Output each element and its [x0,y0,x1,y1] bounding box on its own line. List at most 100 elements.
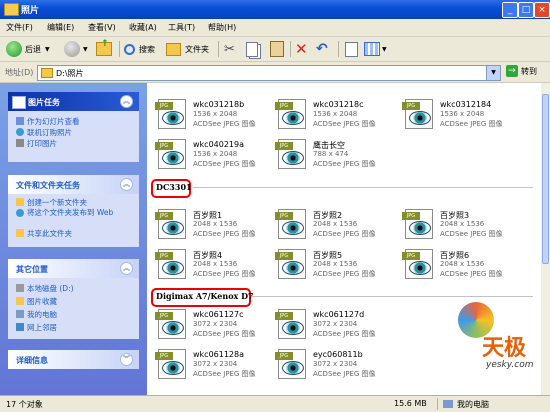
file-item[interactable]: JPG wkc031218b 1536 x 2048 ACDSee JPEG 图像 [155,97,275,139]
file-dimensions: 2048 x 1536 [193,220,238,228]
menu-favorites[interactable]: 收藏(A) [129,22,157,33]
expand-icon[interactable]: ︾ [120,353,133,366]
properties-button[interactable] [345,40,358,58]
back-button[interactable]: 后退 ▼ [6,40,50,58]
folders-button[interactable]: 文件夹 [166,40,209,58]
place-my-pictures[interactable]: 图片收藏 [8,296,139,309]
task-print[interactable]: 打印图片 [8,138,139,149]
maximize-button[interactable]: □ [518,2,534,18]
undo-button[interactable]: ↶ [316,40,328,58]
close-button[interactable]: × [534,2,550,18]
menu-edit[interactable]: 编辑(E) [47,22,74,33]
file-item[interactable]: JPG 百岁照4 2048 x 1536 ACDSee JPEG 图像 [155,247,275,289]
file-item[interactable]: JPG 鹰击长空 788 x 474 ACDSee JPEG 图像 [275,137,395,179]
place-my-computer[interactable]: 我的电脑 [8,309,139,322]
jpeg-file-icon: JPG [275,347,309,381]
panel-header[interactable]: 图片任务 ︽ [8,92,139,111]
network-icon [16,323,24,331]
panel-header[interactable]: 其它位置 ︽ [8,259,139,278]
copy-icon [246,41,258,57]
menu-tools[interactable]: 工具(T) [168,22,195,33]
file-item[interactable]: JPG wkc061128a 3072 x 2304 ACDSee JPEG 图像 [155,347,275,389]
file-name: wkc031218b [193,100,245,109]
address-dropdown-icon[interactable]: ▼ [486,66,500,80]
forward-button[interactable]: ▼ [64,40,88,58]
globe-icon [16,128,24,136]
file-type: ACDSee JPEG 图像 [193,160,256,168]
toolbar: 后退 ▼ ▼ ↑ 搜索 文件夹 ✂ ✕ ↶ ▼ [0,37,550,62]
file-item[interactable]: JPG 百岁照6 2048 x 1536 ACDSee JPEG 图像 [402,247,522,289]
address-bar: 地址(D) D:\照片 ▼ → 转到 [0,62,550,83]
go-arrow-icon: → [506,65,518,77]
place-local-disk[interactable]: 本地磁盘 (D:) [8,283,139,296]
file-name: wkc061128a [193,350,245,359]
forward-arrow-icon [64,41,80,57]
undo-icon: ↶ [316,41,328,57]
address-label: 地址(D) [5,68,34,77]
panel-header[interactable]: 详细信息 ︾ [8,350,139,369]
menu-view[interactable]: 查看(V) [88,22,116,33]
computer-icon [443,400,453,408]
title-bar: 照片 _ □ × [0,0,550,19]
collapse-icon[interactable]: ︽ [120,262,133,275]
task-share-folder[interactable]: 共享此文件夹 [8,228,139,239]
file-item[interactable]: JPG wkc061127d 3072 x 2304 ACDSee JPEG 图像 [275,307,395,349]
menu-help[interactable]: 帮助(H) [208,22,236,33]
copy-button[interactable] [246,40,258,58]
scrollbar-thumb[interactable] [542,94,549,264]
file-name: wkc0312184 [440,100,492,109]
file-name: wkc061127d [313,310,365,319]
yesky-watermark: 天极 yesky.com [456,300,540,392]
place-network[interactable]: 网上邻居 [8,322,139,335]
other-places-panel: 其它位置 ︽ 本地磁盘 (D:) 图片收藏 我的电脑 网上邻居 [8,259,139,339]
group-divider [251,296,533,297]
task-publish-web[interactable]: 将这个文件夹发布到 Web [8,208,139,228]
file-item[interactable]: JPG wkc040219a 1536 x 2048 ACDSee JPEG 图像 [155,137,275,179]
paste-icon [270,41,284,57]
file-dimensions: 2048 x 1536 [193,260,238,268]
file-item[interactable]: JPG 百岁照1 2048 x 1536 ACDSee JPEG 图像 [155,207,275,249]
task-order-prints[interactable]: 联机订购照片 [8,127,139,138]
task-new-folder[interactable]: 创建一个新文件夹 [8,197,139,208]
address-input[interactable]: D:\照片 ▼ [37,65,501,81]
collapse-icon[interactable]: ︽ [120,178,133,191]
file-dimensions: 3072 x 2304 [193,320,238,328]
menu-file[interactable]: 文件(F) [6,22,33,33]
file-type: ACDSee JPEG 图像 [440,230,503,238]
delete-button[interactable]: ✕ [295,40,308,58]
search-button[interactable]: 搜索 [124,40,155,58]
cut-button[interactable]: ✂ [224,40,235,58]
file-tasks-panel: 文件和文件夹任务 ︽ 创建一个新文件夹 将这个文件夹发布到 Web 共享此文件夹 [8,175,139,247]
file-dimensions: 2048 x 1536 [440,220,485,228]
jpeg-file-icon: JPG [275,247,309,281]
file-dimensions: 1536 x 2048 [440,110,485,118]
file-dimensions: 788 x 474 [313,150,349,158]
panel-header[interactable]: 文件和文件夹任务 ︽ [8,175,139,194]
task-slideshow[interactable]: 作为幻灯片查看 [8,116,139,127]
up-folder-button[interactable]: ↑ [96,39,112,58]
file-item[interactable]: JPG wkc061127c 3072 x 2304 ACDSee JPEG 图像 [155,307,275,349]
file-item[interactable]: JPG wkc031218c 1536 x 2048 ACDSee JPEG 图像 [275,97,395,139]
group-header-digimax: Digimax A7/Kenox D7 [156,291,254,301]
properties-icon [345,41,358,57]
group-divider [193,187,533,188]
file-item[interactable]: JPG wkc0312184 1536 x 2048 ACDSee JPEG 图像 [402,97,522,139]
printer-icon [16,139,24,147]
jpeg-file-icon: JPG [402,97,436,131]
folder-icon [41,68,53,78]
collapse-icon[interactable]: ︽ [120,95,133,108]
total-size: 15.6 MB [394,399,427,408]
jpeg-file-icon: JPG [275,137,309,171]
paste-button[interactable] [270,40,284,58]
file-name: wkc040219a [193,140,245,149]
go-button[interactable]: → 转到 [506,65,537,77]
file-item[interactable]: JPG 百岁照5 2048 x 1536 ACDSee JPEG 图像 [275,247,395,289]
views-button[interactable]: ▼ [364,40,387,58]
minimize-button[interactable]: _ [502,2,518,18]
file-item[interactable]: JPG 百岁照2 2048 x 1536 ACDSee JPEG 图像 [275,207,395,249]
file-dimensions: 3072 x 2304 [313,360,358,368]
new-folder-icon [16,198,24,206]
file-type: ACDSee JPEG 图像 [193,230,256,238]
file-item[interactable]: JPG 百岁照3 2048 x 1536 ACDSee JPEG 图像 [402,207,522,249]
file-item[interactable]: JPG eyc060811b 3072 x 2304 ACDSee JPEG 图像 [275,347,395,389]
